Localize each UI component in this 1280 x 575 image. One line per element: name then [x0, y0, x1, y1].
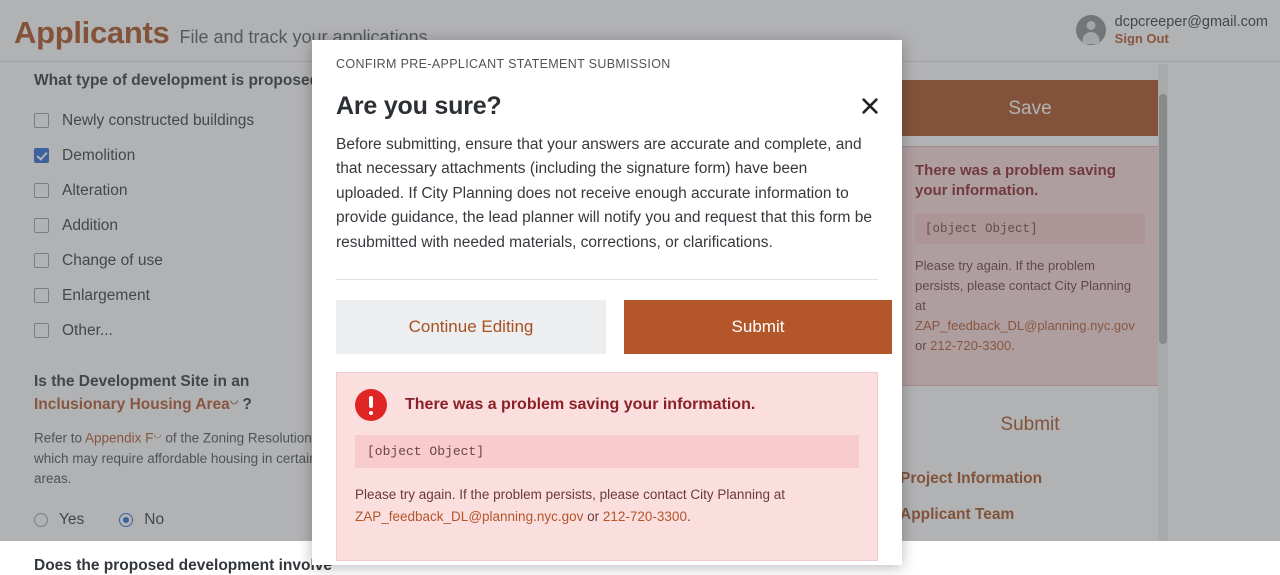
confirm-submission-modal: CONFIRM PRE-APPLICANT STATEMENT SUBMISSI… — [312, 40, 902, 565]
modal-body-text: Before submitting, ensure that your answ… — [336, 133, 878, 255]
note-suffix: . — [687, 509, 691, 524]
support-email-link[interactable]: ZAP_feedback_DL@planning.nyc.gov — [355, 509, 583, 524]
alert-code: [object Object] — [355, 435, 859, 468]
alert-note: Please try again. If the problem persist… — [355, 484, 859, 528]
continue-editing-button[interactable]: Continue Editing — [336, 300, 606, 354]
support-phone-link[interactable]: 212-720-3300 — [603, 509, 687, 524]
modal-actions: Continue Editing Submit — [336, 300, 878, 354]
close-icon[interactable] — [856, 92, 884, 120]
modal-kicker: CONFIRM PRE-APPLICANT STATEMENT SUBMISSI… — [336, 40, 878, 71]
modal-error-alert: There was a problem saving your informat… — [336, 372, 878, 560]
modal-title: Are you sure? — [336, 92, 878, 121]
error-exclamation-icon — [355, 389, 387, 421]
submit-button[interactable]: Submit — [624, 300, 892, 354]
alert-header: There was a problem saving your informat… — [355, 389, 859, 421]
note-middle: or — [583, 509, 603, 524]
alert-title: There was a problem saving your informat… — [405, 396, 755, 414]
note-prefix: Please try again. If the problem persist… — [355, 487, 785, 502]
modal-divider — [336, 279, 878, 280]
